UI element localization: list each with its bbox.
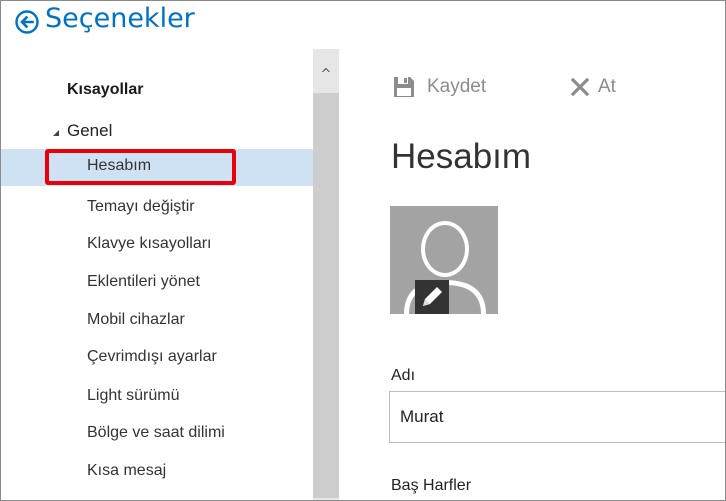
initials-label: Baş Harfler xyxy=(391,477,472,494)
edit-avatar-button[interactable] xyxy=(415,280,449,314)
sidebar-item-label: Kısa mesaj xyxy=(87,462,167,479)
sidebar-item-temayi-degistir[interactable]: Temayı değiştir xyxy=(1,190,313,227)
sidebar-item-eklentileri-yonet[interactable]: Eklentileri yönet xyxy=(1,265,313,302)
pencil-icon xyxy=(423,287,442,306)
expanded-triangle-icon xyxy=(53,130,59,136)
first-name-label: Adı xyxy=(391,367,416,384)
sidebar-section-title[interactable]: Kısayollar xyxy=(67,81,143,99)
sidebar-item-label: Temayı değiştir xyxy=(87,198,195,215)
header: Seçenekler xyxy=(1,1,725,49)
sidebar-item-label: Çevrimdışı ayarlar xyxy=(87,348,217,365)
save-button-label: Kaydet xyxy=(427,76,487,97)
back-arrow-circle-icon xyxy=(15,10,39,34)
section-heading: Hesabım xyxy=(391,137,532,176)
sidebar-item-label: Light sürümü xyxy=(87,387,180,404)
scroll-thumb[interactable] xyxy=(313,93,339,498)
options-window: Seçenekler Kısayollar Genel Hesabım Tema… xyxy=(0,0,726,501)
avatar[interactable] xyxy=(390,206,498,314)
sidebar-item-kisa-mesaj[interactable]: Kısa mesaj xyxy=(1,454,313,491)
sidebar-item-bolge-ve-saat-dilimi[interactable]: Bölge ve saat dilimi xyxy=(1,416,313,453)
main-panel: Kaydet At Hesabım Adı Murat Baş Harfler xyxy=(339,49,725,500)
sidebar-item-label: Hesabım xyxy=(87,157,152,174)
sidebar-scrollbar[interactable]: ^ xyxy=(313,49,339,500)
page-title: Seçenekler xyxy=(45,3,195,34)
sidebar-item-mobil-cihazlar[interactable]: Mobil cihazlar xyxy=(1,303,313,340)
sidebar-item-label: Eklentileri yönet xyxy=(87,273,200,290)
sidebar-item-label: Bölge ve saat dilimi xyxy=(87,424,225,441)
sidebar: Kısayollar Genel Hesabım Temayı değiştir… xyxy=(1,49,313,500)
sidebar-item-cevrimdisi-ayarlar[interactable]: Çevrimdışı ayarlar xyxy=(1,340,313,377)
x-icon xyxy=(571,78,589,96)
sidebar-item-label: Klavye kısayolları xyxy=(87,235,212,252)
first-name-input[interactable] xyxy=(389,391,725,443)
sidebar-item-label: Mobil cihazlar xyxy=(87,311,185,328)
discard-button[interactable]: At xyxy=(571,76,631,100)
discard-button-label: At xyxy=(598,76,616,97)
save-button[interactable]: Kaydet xyxy=(393,76,503,100)
back-button[interactable] xyxy=(15,10,39,34)
sidebar-group-label: Genel xyxy=(67,121,113,140)
sidebar-item-light-surumu[interactable]: Light sürümü xyxy=(1,379,313,416)
scroll-up-button[interactable]: ^ xyxy=(313,65,339,85)
floppy-disk-icon xyxy=(394,77,414,97)
sidebar-item-hesabim[interactable]: Hesabım xyxy=(1,149,313,186)
chevron-up-icon: ^ xyxy=(320,67,332,82)
sidebar-item-klavye-kisayollari[interactable]: Klavye kısayolları xyxy=(1,227,313,264)
